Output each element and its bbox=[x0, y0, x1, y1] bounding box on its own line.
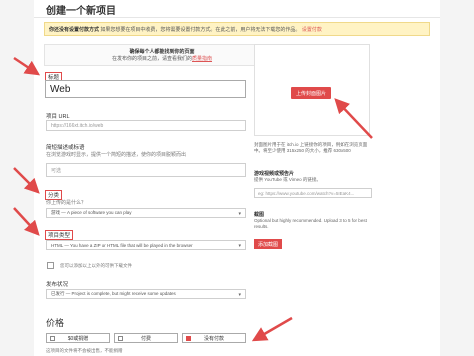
screenshots-label: 截图 bbox=[254, 212, 265, 218]
video-label: 游戏视频或预告片 bbox=[254, 171, 295, 177]
chevron-down-icon: ▾ bbox=[238, 211, 241, 217]
short-desc-help: 在浏览游戏时显示，提供一个简短的描述，使你的项目脱颖而出 bbox=[46, 152, 187, 158]
video-url-input[interactable]: eg: https://www.youtube.com/watch?v=5IEa… bbox=[254, 188, 372, 198]
kind-label: 项目类型 bbox=[45, 230, 74, 240]
cover-help-text: 封面图片用于在 itch.io 上链接你的项目，例如在浏览页面中。将至少使用 3… bbox=[254, 142, 368, 153]
release-label: 发布状况 bbox=[46, 282, 69, 288]
info-heading: 确保每个人都能找到你的页面 bbox=[129, 49, 195, 55]
price-option-paid[interactable]: 付费 bbox=[114, 333, 178, 343]
classification-help: 你上传的是什么？ bbox=[46, 200, 87, 206]
video-help: 提供 YouTube 或 Vimeo 的链接。 bbox=[254, 177, 321, 182]
radio-box bbox=[118, 336, 123, 341]
quality-info-box: 确保每个人都能找到你的页面 在发布你的项目之前，请查看我们的质量指南 bbox=[44, 44, 280, 66]
radio-box-checked bbox=[186, 336, 191, 341]
radio-box bbox=[50, 336, 55, 341]
url-label: 项目 URL bbox=[46, 114, 70, 120]
extra-files-text: 您可以添加以上以外的可供下载文件 bbox=[60, 263, 132, 268]
price-option-label: 付费 bbox=[140, 335, 151, 342]
classification-value: 游戏 — A piece of software you can play bbox=[51, 210, 132, 215]
classification-select[interactable]: 游戏 — A piece of software you can play ▾ bbox=[46, 208, 246, 218]
extra-files-checkbox[interactable] bbox=[47, 262, 54, 269]
pricing-note: 这项目的文件将不会被出售，不能捐赠 bbox=[46, 348, 123, 353]
pricing-title: 价格 bbox=[46, 318, 65, 328]
payment-notice: 你还没有设置付款方式 如果您想要在项目中收费，您将需要设置付款方式。在此之前，用… bbox=[44, 22, 430, 36]
chevron-down-icon: ▾ bbox=[238, 243, 241, 249]
chevron-down-icon: ▾ bbox=[238, 292, 241, 298]
price-option-label: $0或捐赠 bbox=[67, 335, 89, 342]
title-input[interactable]: Web bbox=[45, 80, 246, 98]
url-input[interactable]: https://166xt.itch.io/web bbox=[46, 120, 246, 131]
notice-text: 如果您想要在项目中收费，您将需要设置付款方式。在此之前，用户将无法下载您的作品。 bbox=[100, 27, 301, 33]
upload-cover-button[interactable]: 上传封面图片 bbox=[291, 87, 331, 99]
price-option-label: 没有付款 bbox=[203, 335, 224, 342]
page-container: 创建一个新项目 你还没有设置付款方式 如果您想要在项目中收费，您将需要设置付款方… bbox=[34, 0, 440, 356]
info-text: 在发布你的项目之前，请查看我们的 bbox=[111, 56, 192, 62]
release-select[interactable]: 已发行 — Project is complete, but might rec… bbox=[46, 289, 246, 299]
kind-select[interactable]: HTML — You have a ZIP or HTML file that … bbox=[46, 240, 246, 250]
quality-guide-link[interactable]: 质量指南 bbox=[192, 56, 212, 62]
release-value: 已发行 — Project is complete, but might rec… bbox=[51, 291, 176, 296]
price-option-no-payment[interactable]: 没有付款 bbox=[182, 333, 246, 343]
page-header: 创建一个新项目 bbox=[34, 0, 440, 18]
short-desc-input[interactable]: 可选 bbox=[46, 163, 246, 177]
setup-payment-link[interactable]: 设置付款 bbox=[302, 27, 322, 33]
kind-value: HTML — You have a ZIP or HTML file that … bbox=[51, 242, 193, 248]
short-desc-label: 简短描述或标语 bbox=[46, 145, 85, 151]
screenshots-help: Optional but highly recommended. Upload … bbox=[254, 218, 367, 229]
add-screenshots-button[interactable]: 添加截图 bbox=[254, 239, 282, 249]
notice-bold: 你还没有设置付款方式 bbox=[49, 27, 100, 33]
page-title: 创建一个新项目 bbox=[46, 6, 116, 17]
price-option-donation[interactable]: $0或捐赠 bbox=[46, 333, 110, 343]
